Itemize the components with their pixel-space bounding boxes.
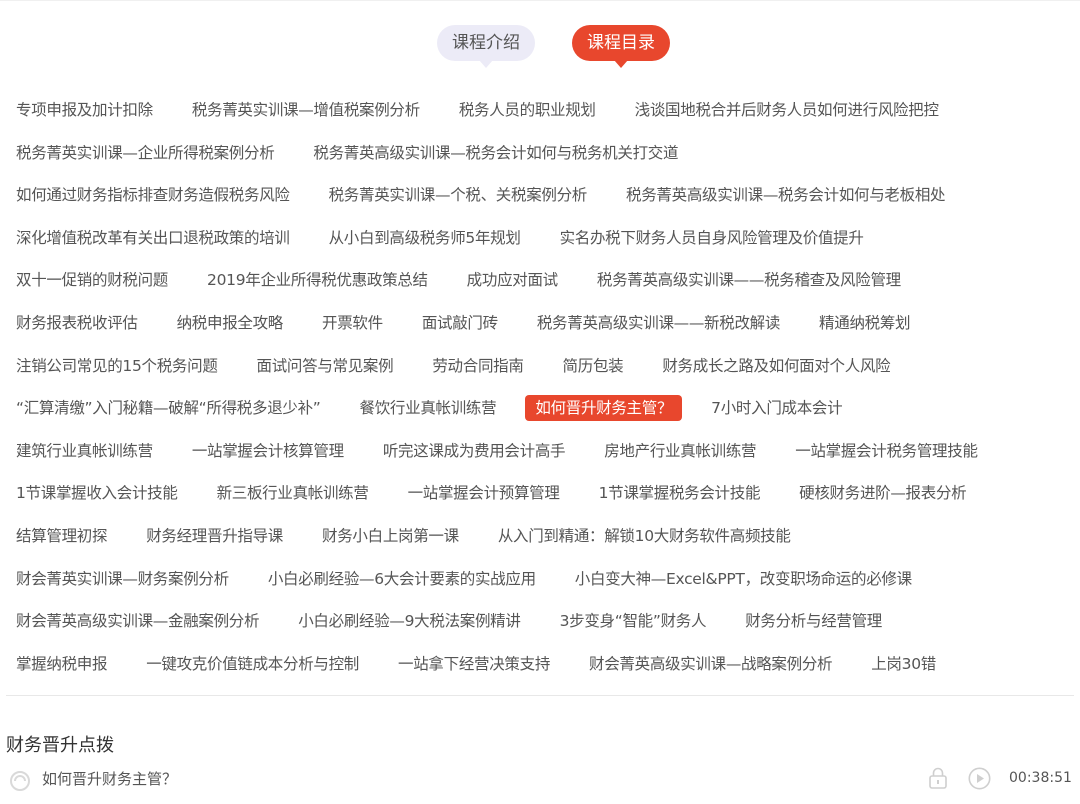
course-link[interactable]: 上岗30错 [861, 651, 946, 677]
course-link[interactable]: 财务分析与经营管理 [735, 608, 892, 634]
course-link[interactable]: 深化增值税改革有关出口退税政策的培训 [6, 225, 300, 251]
course-link[interactable]: 财会菁英高级实训课—金融案例分析 [6, 608, 269, 634]
course-link[interactable]: 面试问答与常见案例 [247, 353, 404, 379]
course-link[interactable]: 税务菁英高级实训课—税务会计如何与老板相处 [616, 182, 955, 208]
course-link[interactable]: 从小白到高级税务师5年规划 [319, 225, 531, 251]
course-link[interactable]: 小白变大神—Excel&PPT，改变职场命运的必修课 [565, 566, 922, 592]
course-link[interactable]: 1节课掌握税务会计技能 [589, 480, 771, 506]
course-link[interactable]: 简历包装 [553, 353, 634, 379]
course-link[interactable]: 税务菁英高级实训课—税务会计如何与税务机关打交道 [303, 140, 688, 166]
course-link[interactable]: 一站拿下经营决策支持 [388, 651, 560, 677]
tab-course-catalog[interactable]: 课程目录 [572, 25, 670, 68]
course-row: 财会菁英实训课—财务案例分析 小白必刷经验—6大会计要素的实战应用 小白变大神—Ex… [0, 558, 1080, 601]
course-link[interactable]: 一站掌握会计税务管理技能 [785, 438, 987, 464]
course-link[interactable]: 财务成长之路及如何面对个人风险 [652, 353, 900, 379]
course-link[interactable]: 房地产行业真帐训练营 [594, 438, 766, 464]
course-link[interactable]: 财务小白上岗第一课 [312, 523, 469, 549]
course-row: 1节课掌握收入会计技能 新三板行业真帐训练营 一站掌握会计预算管理 1节课掌握税务会计… [0, 472, 1080, 515]
course-link[interactable]: 财务经理晋升指导课 [136, 523, 293, 549]
course-row: 掌握纳税申报 一键攻克价值链成本分析与控制 一站拿下经营决策支持 财会菁英高级实训课—… [0, 643, 1080, 686]
course-link[interactable]: 精通纳税筹划 [809, 310, 920, 336]
course-row: 财务报表税收评估 纳税申报全攻略 开票软件 面试敲门砖 税务菁英高级实训课——新税改解读… [0, 302, 1080, 345]
course-link[interactable]: 小白必刷经验—6大会计要素的实战应用 [258, 566, 546, 592]
course-link[interactable]: 双十一促销的财税问题 [6, 267, 178, 293]
course-link[interactable]: 建筑行业真帐训练营 [6, 438, 163, 464]
course-link[interactable]: 浅谈国地税合并后财务人员如何进行风险把控 [625, 97, 949, 123]
course-link[interactable]: 2019年企业所得税优惠政策总结 [197, 267, 438, 293]
course-link[interactable]: 面试敲门砖 [412, 310, 508, 336]
course-link[interactable]: 财会菁英实训课—财务案例分析 [6, 566, 239, 592]
course-link[interactable]: 税务菁英高级实训课——新税改解读 [527, 310, 790, 336]
course-link[interactable]: 小白必刷经验—9大税法案例精讲 [288, 608, 530, 634]
course-link[interactable]: 3步变身“智能”财务人 [550, 608, 717, 634]
course-link[interactable]: 1节课掌握收入会计技能 [6, 480, 188, 506]
course-link-active[interactable]: 如何晋升财务主管？ [525, 395, 683, 422]
course-link[interactable]: 一站掌握会计预算管理 [398, 480, 570, 506]
top-divider [0, 0, 1080, 1]
course-link[interactable]: 税务菁英实训课—个税、关税案例分析 [319, 182, 597, 208]
course-link[interactable]: 税务菁英高级实训课——税务稽查及风险管理 [587, 267, 911, 293]
course-row: 如何通过财务指标排查财务造假税务风险 税务菁英实训课—个税、关税案例分析 税务菁英高… [0, 174, 1080, 217]
course-link[interactable]: 掌握纳税申报 [6, 651, 117, 677]
course-link[interactable]: 开票软件 [312, 310, 393, 336]
tab-course-intro[interactable]: 课程介绍 [437, 25, 535, 68]
course-link[interactable]: 注销公司常见的15个税务问题 [6, 353, 228, 379]
course-link[interactable]: 7小时入门成本会计 [701, 395, 852, 421]
course-link[interactable]: 税务人员的职业规划 [449, 97, 606, 123]
course-row: 专项申报及加计扣除 税务菁英实训课—增值税案例分析 税务人员的职业规划 浅谈国地税合并… [0, 89, 1080, 132]
course-link[interactable]: 餐饮行业真帐训练营 [350, 395, 507, 421]
course-link[interactable]: 实名办税下财务人员自身风险管理及价值提升 [550, 225, 874, 251]
course-link[interactable]: 结算管理初探 [6, 523, 117, 549]
course-link[interactable]: 税务菁英实训课—增值税案例分析 [182, 97, 430, 123]
course-link[interactable]: 新三板行业真帐训练营 [207, 480, 379, 506]
lock-icon [929, 767, 947, 789]
course-link[interactable]: 税务菁英实训课—企业所得税案例分析 [6, 140, 284, 166]
course-link[interactable]: 成功应对面试 [457, 267, 568, 293]
course-link[interactable]: 硬核财务进阶—报表分析 [789, 480, 976, 506]
course-row: 注销公司常见的15个税务问题 面试问答与常见案例 劳动合同指南 简历包装 财务成长之路及… [0, 345, 1080, 388]
lesson-duration: 00:38:51 [1009, 770, 1072, 786]
lesson-row[interactable]: 如何晋升财务主管？ 00:38:51 [0, 764, 1080, 794]
section-title: 财务晋升点拨 [6, 735, 114, 756]
course-row: 财会菁英高级实训课—金融案例分析 小白必刷经验—9大税法案例精讲 3步变身“智能”财… [0, 600, 1080, 643]
watermark [8, 766, 32, 796]
course-link[interactable]: 财务报表税收评估 [6, 310, 148, 336]
tab-bar: 课程介绍 课程目录 [0, 25, 1080, 71]
course-link[interactable]: 听完这课成为费用会计高手 [373, 438, 575, 464]
course-row: 结算管理初探 财务经理晋升指导课 财务小白上岗第一课 从入门到精通：解锁10大财务软件… [0, 515, 1080, 558]
course-row: 双十一促销的财税问题 2019年企业所得税优惠政策总结 成功应对面试 税务菁英高级实训… [0, 259, 1080, 302]
course-link[interactable]: 如何通过财务指标排查财务造假税务风险 [6, 182, 300, 208]
section-divider [6, 695, 1074, 696]
course-link[interactable]: 财会菁英高级实训课—战略案例分析 [579, 651, 842, 677]
course-link[interactable]: 一站掌握会计核算管理 [182, 438, 354, 464]
course-row: “汇算清缴”入门秘籍—破解“所得税多退少补” 餐饮行业真帐训练营 如何晋升财务主管？… [0, 387, 1080, 430]
course-row: 深化增值税改革有关出口退税政策的培训 从小白到高级税务师5年规划 实名办税下财务人员… [0, 217, 1080, 260]
play-icon[interactable] [968, 767, 991, 790]
course-link[interactable]: 一键攻克价值链成本分析与控制 [136, 651, 369, 677]
course-row: 建筑行业真帐训练营 一站掌握会计核算管理 听完这课成为费用会计高手 房地产行业真帐训练… [0, 430, 1080, 473]
course-link[interactable]: 纳税申报全攻略 [167, 310, 293, 336]
course-row: 税务菁英实训课—企业所得税案例分析 税务菁英高级实训课—税务会计如何与税务机关打交… [0, 132, 1080, 175]
course-catalog-list: 专项申报及加计扣除 税务菁英实训课—增值税案例分析 税务人员的职业规划 浅谈国地税合并… [0, 89, 1080, 685]
course-link[interactable]: 从入门到精通：解锁10大财务软件高频技能 [488, 523, 801, 549]
course-link[interactable]: 劳动合同指南 [422, 353, 533, 379]
course-link[interactable]: 专项申报及加计扣除 [6, 97, 163, 123]
watermark-logo-icon [10, 771, 30, 791]
course-link[interactable]: “汇算清缴”入门秘籍—破解“所得税多退少补” [6, 395, 331, 421]
lesson-title[interactable]: 如何晋升财务主管？ [42, 768, 177, 789]
